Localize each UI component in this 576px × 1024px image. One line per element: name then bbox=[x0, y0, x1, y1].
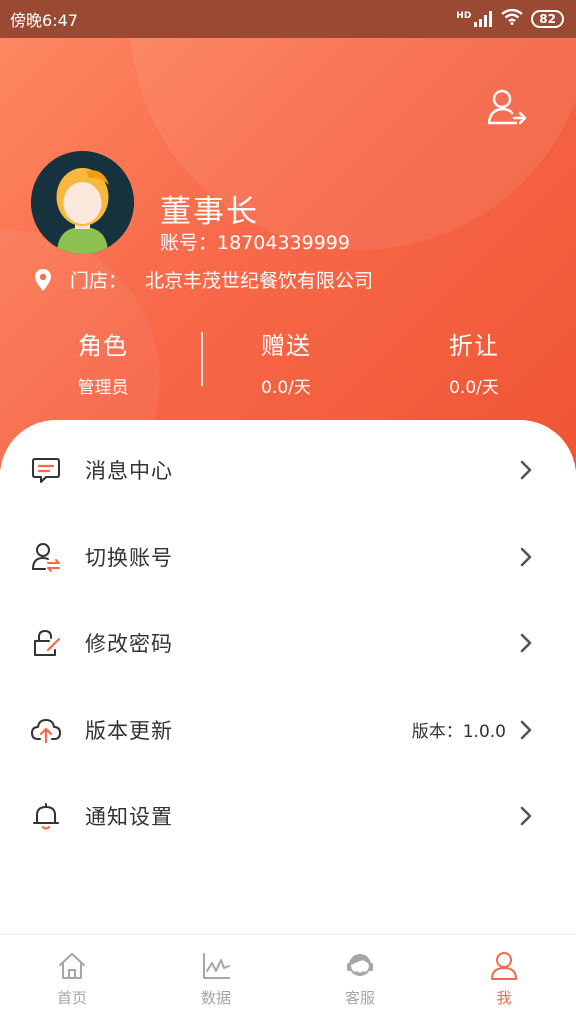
chevron-right-icon bbox=[520, 720, 532, 740]
nav-data[interactable]: 数据 bbox=[144, 935, 288, 1024]
stats-row: 角色 管理员 赠送 0.0/天 折让 0.0/天 bbox=[0, 326, 576, 406]
profile-screen: 傍晚6:47 HD 82 董事长 账号：18704339999 门店： 北京丰茂… bbox=[0, 0, 576, 1024]
nav-me[interactable]: 我 bbox=[432, 935, 576, 1024]
battery-indicator: 82 bbox=[531, 10, 564, 28]
user-name: 董事长 bbox=[160, 194, 259, 230]
stat-value: 0.0/天 bbox=[261, 378, 311, 398]
stat-discount: 折让 0.0/天 bbox=[399, 326, 549, 398]
status-icons: HD 82 bbox=[456, 8, 564, 29]
switch-account-icon bbox=[32, 542, 60, 572]
user-icon bbox=[491, 952, 517, 980]
stat-value: 0.0/天 bbox=[449, 378, 499, 398]
stat-title: 角色 bbox=[78, 332, 128, 360]
status-time: 傍晚6:47 bbox=[10, 11, 78, 30]
menu-item-change-password[interactable]: 修改密码 bbox=[0, 600, 576, 687]
menu-label: 通知设置 bbox=[85, 805, 173, 830]
cloud-upload-icon bbox=[31, 718, 61, 743]
nav-service[interactable]: 客服 bbox=[288, 935, 432, 1024]
menu-label: 切换账号 bbox=[85, 545, 173, 570]
account-label: 账号： bbox=[160, 232, 218, 254]
chevron-right-icon bbox=[520, 633, 532, 653]
menu-item-version-update[interactable]: 版本更新 版本：1.0.0 bbox=[0, 687, 576, 774]
store-line: 门店： 北京丰茂世纪餐饮有限公司 bbox=[34, 266, 373, 293]
menu-item-notification-settings[interactable]: 通知设置 bbox=[0, 773, 576, 860]
chart-icon bbox=[203, 953, 230, 979]
nav-label: 客服 bbox=[344, 989, 375, 1007]
location-pin-icon bbox=[35, 268, 51, 291]
status-bar: 傍晚6:47 HD 82 bbox=[0, 0, 576, 38]
edit-password-icon bbox=[34, 630, 61, 657]
nav-label: 首页 bbox=[56, 989, 87, 1007]
avatar[interactable] bbox=[31, 151, 134, 254]
message-icon bbox=[32, 458, 60, 484]
menu-item-switch-account[interactable]: 切换账号 bbox=[0, 514, 576, 601]
version-text: 版本：1.0.0 bbox=[411, 722, 506, 743]
stat-value: 管理员 bbox=[77, 378, 129, 398]
nav-label: 数据 bbox=[200, 989, 231, 1007]
bottom-nav: 首页 数据 客服 我 bbox=[0, 934, 576, 1024]
menu-item-message-center[interactable]: 消息中心 bbox=[0, 427, 576, 514]
wifi-icon bbox=[501, 8, 524, 29]
account-number: 18704339999 bbox=[217, 232, 350, 254]
account-line: 账号：18704339999 bbox=[160, 228, 350, 255]
signal-icon: HD bbox=[456, 11, 493, 27]
menu-label: 消息中心 bbox=[85, 459, 173, 484]
stat-title: 赠送 bbox=[261, 332, 311, 360]
service-icon bbox=[347, 954, 373, 976]
menu-label: 修改密码 bbox=[85, 632, 173, 657]
chevron-right-icon bbox=[520, 460, 532, 480]
logout-icon[interactable] bbox=[486, 88, 530, 128]
stat-title: 折让 bbox=[449, 332, 499, 360]
network-type: HD bbox=[456, 11, 472, 21]
nav-home[interactable]: 首页 bbox=[0, 935, 144, 1024]
stat-gift: 赠送 0.0/天 bbox=[211, 326, 361, 398]
menu-label: 版本更新 bbox=[85, 718, 173, 743]
home-icon bbox=[59, 953, 85, 979]
nav-label: 我 bbox=[496, 989, 512, 1007]
bell-icon bbox=[33, 803, 59, 830]
store-label: 门店： bbox=[70, 270, 128, 292]
chevron-right-icon bbox=[520, 547, 532, 567]
chevron-right-icon bbox=[520, 806, 532, 826]
stat-role: 角色 管理员 bbox=[28, 326, 178, 398]
settings-menu: 消息中心 切换账号 修改密码 版本更新 版本：1.0.0 通知设置 bbox=[0, 427, 576, 860]
store-name: 北京丰茂世纪餐饮有限公司 bbox=[145, 270, 374, 292]
stat-divider bbox=[201, 332, 203, 386]
